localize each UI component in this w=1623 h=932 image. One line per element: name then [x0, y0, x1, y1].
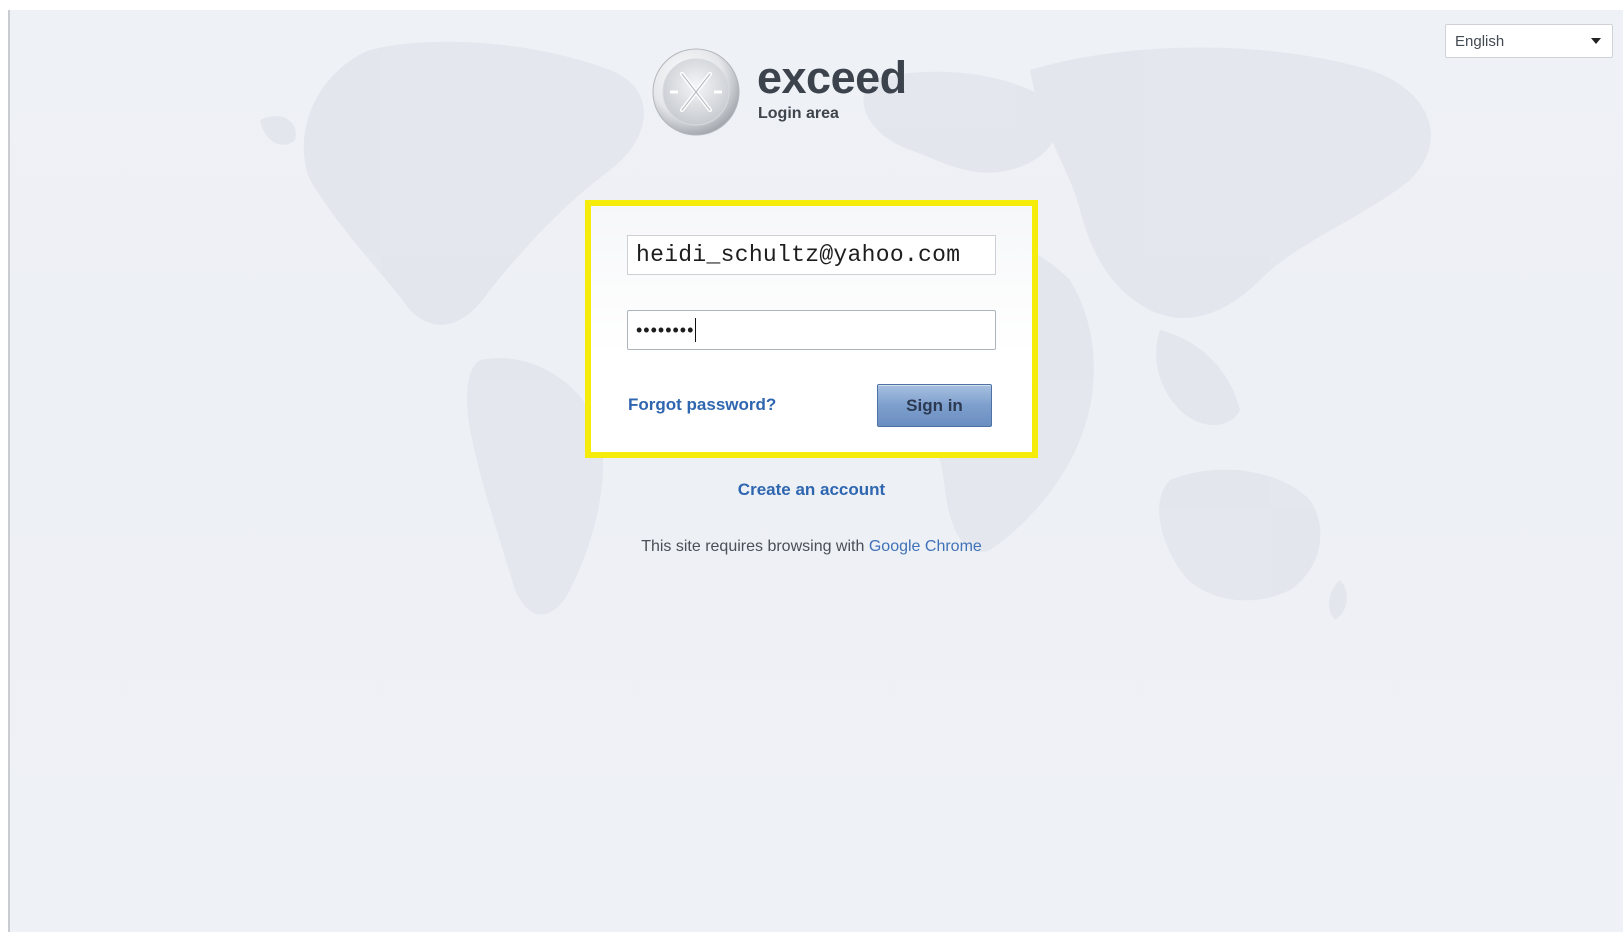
sign-in-button[interactable]: Sign in [877, 384, 992, 427]
create-account-link[interactable]: Create an account [738, 480, 885, 499]
page-background: English [8, 10, 1623, 932]
password-field[interactable]: •••••••• [627, 310, 996, 350]
text-cursor [695, 318, 697, 342]
browser-requirement-text: This site requires browsing with [641, 538, 865, 555]
brand-name: exceed [757, 52, 907, 103]
email-field-value: heidi_schultz@yahoo.com [636, 242, 961, 268]
language-select-value: English [1455, 32, 1505, 50]
login-form: heidi_schultz@yahoo.com •••••••• Forgot … [585, 200, 1038, 458]
language-select[interactable]: English [1445, 24, 1613, 58]
password-field-value: •••••••• [636, 319, 695, 340]
browser-requirement-note: This site requires browsing with Google … [0, 538, 1623, 556]
brand-subtitle: Login area [758, 105, 839, 122]
create-account-row: Create an account [0, 480, 1623, 500]
chevron-down-icon [1591, 38, 1601, 44]
google-chrome-link[interactable]: Google Chrome [869, 538, 982, 555]
exceed-logo-icon [652, 48, 740, 136]
email-field[interactable]: heidi_schultz@yahoo.com [627, 235, 996, 275]
forgot-password-link[interactable]: Forgot password? [628, 395, 776, 415]
